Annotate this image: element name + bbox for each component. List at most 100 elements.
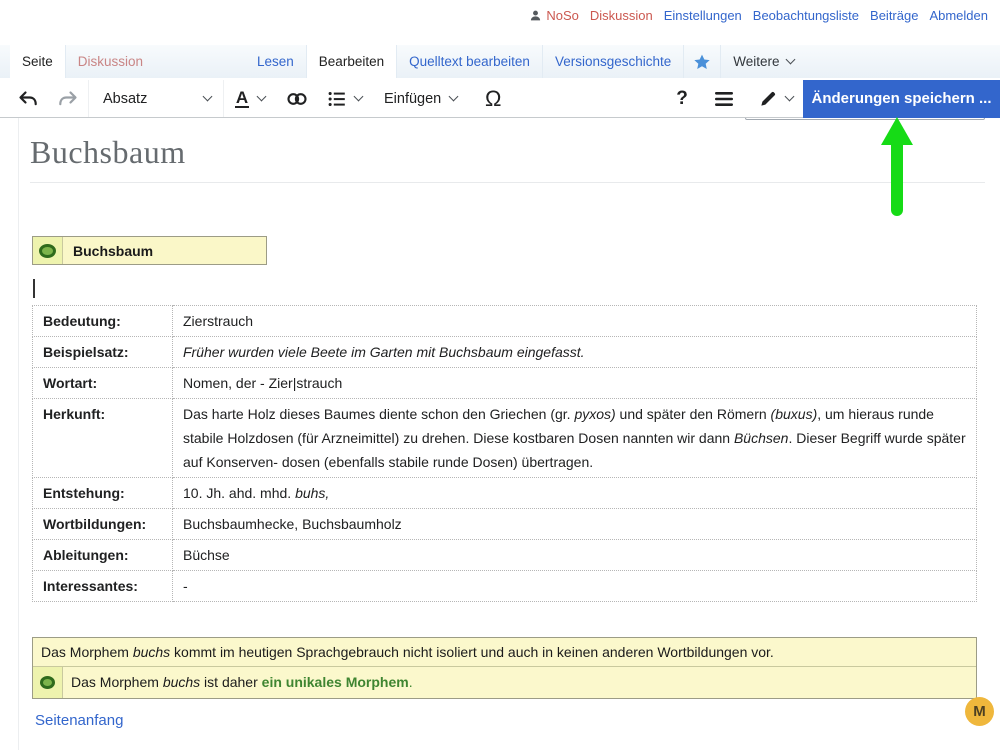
paragraph-format-label: Absatz [103,91,147,107]
text-segment: und später den Römern [616,406,771,422]
personal-bar: NoSo Diskussion Einstellungen Beobachtun… [529,8,988,23]
redo-icon [56,87,80,111]
tab-page-label: Seite [22,54,53,69]
logout-link[interactable]: Abmelden [929,8,988,23]
chevron-down-icon [449,92,459,102]
tab-read-label: Lesen [257,54,294,69]
text-segment: Zierstrauch [183,313,253,329]
row-value[interactable]: Buchsbaumhecke, Buchsbaumholz [173,509,977,540]
text-segment: Büchsen [734,430,788,446]
row-label: Ableitungen: [33,540,173,571]
tab-discussion-label: Diskussion [78,54,143,69]
wiki-editor-screen: NoSo Diskussion Einstellungen Beobachtun… [0,0,1000,750]
toolbar-right-group: ? Änderungen speichern ... [663,80,1000,118]
view-tabs: Lesen Bearbeiten Quelltext bearbeiten Ve… [245,45,806,78]
text-segment: pyxos) [574,406,615,422]
table-row: Interessantes:- [33,571,977,602]
row-label: Entstehung: [33,478,173,509]
avatar-badge[interactable]: M [965,697,994,726]
text-style-dropdown[interactable]: A [224,80,276,117]
watch-star-button[interactable] [683,45,720,78]
text-segment: buhs, [295,485,329,501]
unikales-morphem-link[interactable]: . [409,674,413,690]
contributions-link[interactable]: Beiträge [870,8,918,23]
unikales-morphem-link[interactable]: ein unikales Morphem [262,674,409,690]
undo-button[interactable] [8,80,48,117]
text-segment: Das Morphem [41,644,133,660]
word-info-table: Bedeutung: Zierstrauch Beispielsatz: Früher… [32,305,977,602]
text-segment: (buxus) [771,406,818,422]
back-to-top-link[interactable]: Seitenanfang [35,712,123,729]
green-circle-icon [39,244,56,258]
save-changes-label: Änderungen speichern ... [811,90,991,107]
special-character-button[interactable]: Ω [471,80,515,117]
row-value[interactable]: Nomen, der - Zier|strauch [173,368,977,399]
content-left-border [18,118,19,750]
redo-button[interactable] [48,80,88,117]
help-icon: ? [676,88,688,110]
title-underline [30,182,985,183]
insert-dropdown[interactable]: Einfügen [370,80,471,117]
tab-edit[interactable]: Bearbeiten [306,45,396,78]
row-value[interactable]: 10. Jh. ahd. mhd. buhs, [173,478,977,509]
paragraph-format-dropdown[interactable]: Absatz [89,80,223,117]
visual-editor-toolbar: Absatz A Einfügen Ω ? [0,80,1000,118]
tab-discussion[interactable]: Diskussion [65,45,155,78]
text-segment: Nomen, der - Zier|strauch [183,375,342,391]
table-row: Bedeutung: Zierstrauch [33,306,977,337]
user-menu[interactable]: NoSo [529,8,579,23]
note-line-1[interactable]: Das Morphem buchs kommt im heutigen Spra… [33,638,976,667]
template-box[interactable]: Buchsbaum [32,236,267,265]
row-value[interactable]: Zierstrauch [173,306,977,337]
green-circle-icon [40,676,55,689]
tab-row: Seite Diskussion Lesen Bearbeiten Quellt… [0,45,1000,78]
tab-read[interactable]: Lesen [245,45,306,78]
row-label: Bedeutung: [33,306,173,337]
help-button[interactable]: ? [663,80,701,117]
user-talk-link[interactable]: Diskussion [590,8,653,23]
tab-edit-source-label: Quelltext bearbeiten [409,54,530,69]
text-segment: Früher wurden viele Beete im Garten mit … [183,344,585,360]
row-label: Wortart: [33,368,173,399]
text-segment: kommt im heutigen Sprachgebrauch nicht i… [170,644,774,660]
tab-page[interactable]: Seite [10,45,65,78]
row-value[interactable]: Büchse [173,540,977,571]
tab-edit-source[interactable]: Quelltext bearbeiten [396,45,542,78]
username-link[interactable]: NoSo [546,8,579,23]
text-segment: 10. Jh. ahd. mhd. [183,485,295,501]
table-row: Entstehung:10. Jh. ahd. mhd. buhs, [33,478,977,509]
row-label: Beispielsatz: [33,337,173,368]
row-value[interactable]: Das harte Holz dieses Baumes diente scho… [173,399,977,478]
chevron-down-icon [203,92,213,102]
word-table-body: Bedeutung: Zierstrauch Beispielsatz: Früher… [33,306,977,602]
row-value[interactable]: - [173,571,977,602]
morpheme-note-box: Das Morphem buchs kommt im heutigen Spra… [32,637,977,699]
note-line-2-text[interactable]: Das Morphem buchs ist daher ein unikales… [63,667,421,698]
note-line-2: Das Morphem buchs ist daher ein unikales… [33,667,976,698]
table-row: Wortbildungen:Buchsbaumhecke, Buchsbaumh… [33,509,977,540]
table-row: Beispielsatz: Früher wurden viele Beete i… [33,337,977,368]
chevron-down-icon [785,55,795,65]
editor-mode-switch[interactable] [747,80,803,117]
watchlist-link[interactable]: Beobachtungsliste [753,8,859,23]
row-label: Interessantes: [33,571,173,602]
list-structure-dropdown[interactable] [318,80,370,117]
more-menu-label: Weitere [733,54,779,69]
tab-history-label: Versionsgeschichte [555,54,671,69]
user-icon [529,9,542,22]
tab-history[interactable]: Versionsgeschichte [542,45,683,78]
text-style-icon: A [235,89,249,109]
more-menu[interactable]: Weitere [720,45,805,78]
chevron-down-icon [257,92,267,102]
row-value[interactable]: Früher wurden viele Beete im Garten mit … [173,337,977,368]
preferences-link[interactable]: Einstellungen [664,8,742,23]
page-options-button[interactable] [701,80,747,117]
chevron-down-icon [354,92,364,102]
text-segment: - [183,578,188,594]
hamburger-menu-icon [712,87,736,111]
template-icon-cell [33,237,63,264]
table-row: Herkunft:Das harte Holz dieses Baumes di… [33,399,977,478]
link-button[interactable] [276,80,318,117]
text-segment: Das harte Holz dieses Baumes diente scho… [183,406,574,422]
save-changes-button[interactable]: Änderungen speichern ... [803,80,1000,118]
